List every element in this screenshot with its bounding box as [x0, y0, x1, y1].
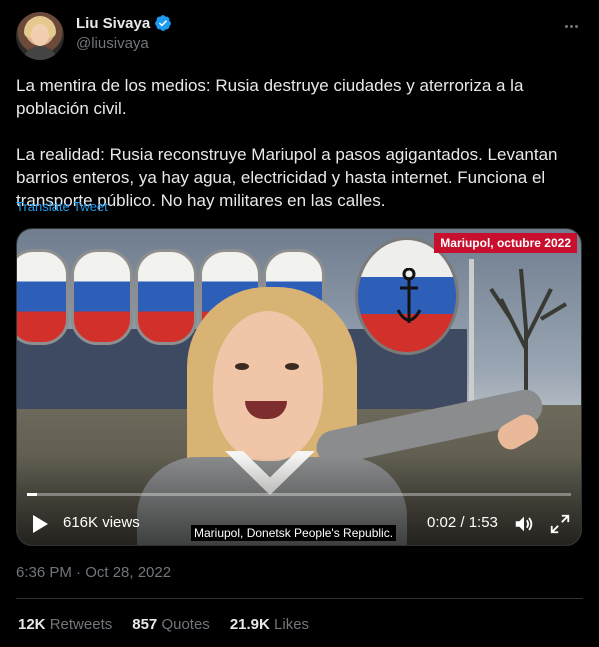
- tweet-text: La mentira de los medios: Rusia destruye…: [16, 76, 558, 210]
- video-caption: Mariupol, Donetsk People's Republic.: [191, 525, 397, 541]
- quotes-count: 857: [132, 616, 158, 633]
- volume-icon[interactable]: [513, 513, 535, 535]
- retweets-label: Retweets: [49, 616, 113, 633]
- location-badge: Mariupol, octubre 2022: [434, 233, 577, 253]
- tweet-timestamp[interactable]: 6:36 PM · Oct 28, 2022: [16, 564, 171, 581]
- video-player[interactable]: Mariupol, octubre 2022 616K views Mariup…: [16, 228, 582, 546]
- video-time: 0:02 / 1:53: [427, 514, 498, 531]
- more-options-icon[interactable]: [561, 16, 581, 36]
- handle[interactable]: @liusivaya: [76, 35, 172, 52]
- play-icon[interactable]: [31, 514, 49, 534]
- video-progress-fill: [27, 493, 37, 496]
- divider: [16, 598, 583, 599]
- likes-stat[interactable]: 21.9K Likes: [230, 616, 309, 633]
- video-progress-bar[interactable]: [27, 493, 571, 496]
- retweets-count: 12K: [18, 616, 46, 633]
- likes-count: 21.9K: [229, 616, 270, 633]
- quotes-label: Quotes: [161, 616, 210, 633]
- engagement-stats: 12K Retweets 857 Quotes 21.9K Likes: [18, 616, 309, 633]
- video-frame: [17, 229, 581, 545]
- retweets-stat[interactable]: 12K Retweets: [18, 616, 112, 633]
- view-count: 616K views: [63, 514, 140, 531]
- display-name[interactable]: Liu Sivaya: [76, 15, 150, 32]
- fullscreen-icon[interactable]: [549, 513, 571, 535]
- author-info: Liu Sivaya @liusivaya: [76, 14, 172, 52]
- avatar[interactable]: [16, 12, 64, 60]
- quotes-stat[interactable]: 857 Quotes: [132, 616, 210, 633]
- likes-label: Likes: [274, 616, 310, 633]
- translate-tweet-link[interactable]: Translate Tweet: [16, 199, 108, 214]
- verified-badge-icon: [155, 15, 172, 31]
- tweet-header: Liu Sivaya @liusivaya: [16, 12, 583, 60]
